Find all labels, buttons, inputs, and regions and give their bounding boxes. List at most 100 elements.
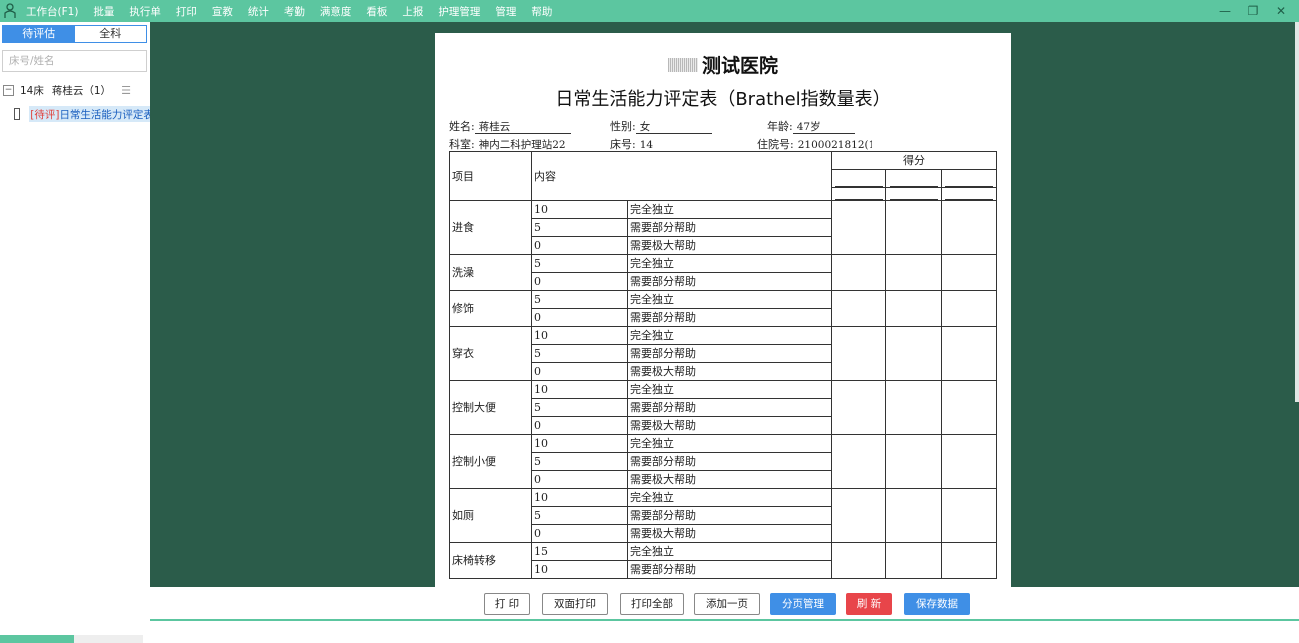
tab-all-department[interactable]: 全科 [74, 26, 146, 42]
score-entry-cell[interactable] [941, 434, 997, 489]
description-cell: 需要极大帮助 [627, 362, 832, 381]
menu-item[interactable]: 满意度 [320, 4, 352, 19]
print-all-button[interactable]: 打印全部 [620, 593, 684, 615]
menu-item[interactable]: 上报 [402, 4, 423, 19]
menu-item[interactable]: 统计 [248, 4, 269, 19]
score-entry-cell[interactable] [831, 542, 886, 579]
window-controls: — ❐ ✕ [1211, 0, 1295, 22]
menu-item[interactable]: 看板 [366, 4, 387, 19]
score-entry-cell[interactable] [831, 290, 886, 327]
save-data-button[interactable]: 保存数据 [904, 593, 970, 615]
score-entry-cell[interactable] [885, 380, 942, 435]
score-entry-cell[interactable] [941, 326, 997, 381]
score-entry-cell[interactable] [941, 488, 997, 543]
score-entry-cell[interactable] [831, 380, 886, 435]
score-entry-cell[interactable] [885, 290, 942, 327]
add-page-button[interactable]: 添加一页 [694, 593, 760, 615]
minimize-icon[interactable]: — [1211, 4, 1239, 18]
refresh-button[interactable]: 刷 新 [846, 593, 892, 615]
hamburger-menu-icon[interactable]: ☰ [121, 84, 131, 97]
score-entry-cell[interactable] [941, 200, 997, 255]
item-cell: 控制小便 [449, 434, 532, 489]
assessment-form-page: 测试医院 日常生活能力评定表（Brathel指数量表） 姓名: 蒋桂云 性别: 女 … [435, 33, 1011, 587]
table-row: 洗澡 5 完全独立 [449, 254, 997, 291]
score-entry-cell[interactable] [941, 542, 997, 579]
collapse-icon[interactable]: − [3, 84, 14, 96]
menu-item[interactable]: 批量 [93, 4, 114, 19]
menu-item[interactable]: 工作台(F1) [26, 4, 78, 19]
tab-pending-assessment[interactable]: 待评估 [3, 26, 75, 42]
app-logo-icon [4, 3, 16, 18]
menu-item[interactable]: 打印 [176, 4, 197, 19]
score-entry-cell[interactable] [831, 200, 886, 255]
table-row: 床椅转移 15 完全独立 [449, 542, 997, 579]
score-value-cell: 15 [531, 542, 628, 561]
patient-tree-node[interactable]: − 14床 蒋桂云（1） ☰ [3, 82, 131, 98]
sidebar-tabs: 待评估 全科 [2, 25, 147, 43]
score-signature-cell[interactable] [885, 187, 942, 201]
score-entry-cell[interactable] [831, 434, 886, 489]
bed-field: 床号: 14 [610, 136, 712, 152]
score-entry-cell[interactable] [941, 380, 997, 435]
form-item-label: [待评]日常生活能力评定表（Brathel指数量表） [29, 106, 150, 122]
score-date-cell[interactable] [831, 169, 886, 188]
patient-name-field: 姓名: 蒋桂云 [449, 118, 571, 134]
score-value-cell: 5 [531, 218, 628, 237]
menu-item[interactable]: 执行单 [129, 4, 161, 19]
description-cell: 完全独立 [627, 380, 832, 399]
score-value-cell: 0 [531, 416, 628, 435]
description-cell: 需要部分帮助 [627, 308, 832, 327]
description-cell: 需要部分帮助 [627, 398, 832, 417]
close-icon[interactable]: ✕ [1267, 4, 1295, 18]
description-cell: 需要部分帮助 [627, 506, 832, 525]
page-management-button[interactable]: 分页管理 [770, 593, 836, 615]
score-entry-cell[interactable] [885, 488, 942, 543]
table-row: 控制大便 10 完全独立 [449, 380, 997, 435]
item-cell: 如厕 [449, 488, 532, 543]
item-cell: 洗澡 [449, 254, 532, 291]
duplex-print-button[interactable]: 双面打印 [542, 593, 608, 615]
score-value-cell: 10 [531, 380, 628, 399]
score-entry-cell[interactable] [831, 254, 886, 291]
score-entry-cell[interactable] [885, 434, 942, 489]
form-name: 日常生活能力评定表（Brathel指数量表） [59, 108, 150, 121]
score-date-cell[interactable] [941, 169, 997, 188]
score-entry-cell[interactable] [941, 254, 997, 291]
description-cell: 完全独立 [627, 434, 832, 453]
score-date-cell[interactable] [885, 169, 942, 188]
score-value-cell: 5 [531, 344, 628, 363]
score-signature-cell[interactable] [831, 187, 886, 201]
age-field: 年龄: 47岁 [767, 118, 855, 134]
score-value-cell: 0 [531, 362, 628, 381]
restore-icon[interactable]: ❐ [1239, 4, 1267, 18]
vertical-scrollbar[interactable] [1295, 22, 1299, 402]
score-entry-cell[interactable] [885, 254, 942, 291]
assessment-form-item[interactable]: [待评]日常生活能力评定表（Brathel指数量表） [14, 106, 150, 122]
adl-score-table: 项目 内容 得分 进食 10 完全独立 5 需要部分帮助 0 需要极大帮助 洗澡 5 完全独立 0 需… [449, 151, 997, 579]
menu-item[interactable]: 宣教 [212, 4, 233, 19]
score-entry-cell[interactable] [941, 290, 997, 327]
column-header-score: 得分 [831, 151, 997, 170]
table-row: 如厕 10 完全独立 [449, 488, 997, 543]
description-cell: 完全独立 [627, 254, 832, 273]
score-entry-cell[interactable] [885, 326, 942, 381]
description-cell: 需要极大帮助 [627, 416, 832, 435]
name-label: 姓名: [449, 120, 475, 133]
score-entry-cell[interactable] [885, 200, 942, 255]
menu-item[interactable]: 考勤 [284, 4, 305, 19]
print-button[interactable]: 打 印 [484, 593, 530, 615]
score-entry-cell[interactable] [831, 326, 886, 381]
menu-item[interactable]: 护理管理 [438, 4, 480, 19]
score-signature-cell[interactable] [941, 187, 997, 201]
bed-name-search-input[interactable] [2, 50, 147, 72]
document-icon [14, 108, 21, 120]
score-value-cell: 5 [531, 254, 628, 273]
column-header-content: 内容 [531, 151, 832, 201]
score-entry-cell[interactable] [885, 542, 942, 579]
menu-item[interactable]: 帮助 [531, 4, 552, 19]
item-cell: 床椅转移 [449, 542, 532, 579]
description-cell: 需要部分帮助 [627, 560, 832, 579]
name-value: 蒋桂云 [474, 121, 571, 134]
score-entry-cell[interactable] [831, 488, 886, 543]
menu-item[interactable]: 管理 [495, 4, 516, 19]
